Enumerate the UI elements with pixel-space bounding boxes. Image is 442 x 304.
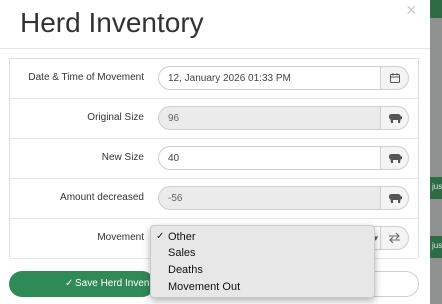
new-size-input[interactable]: 40 [158, 146, 380, 170]
modal-title: Herd Inventory [20, 7, 204, 38]
movement-option-other[interactable]: ✓ Other [151, 229, 374, 245]
background-text-fragment: jus [432, 241, 442, 250]
save-button-label: Save Herd Inventory [75, 278, 155, 289]
date-time-input[interactable]: 12, January 2026 01:33 PM [158, 66, 380, 90]
date-time-label: Date & Time of Movement [28, 72, 144, 83]
amount-decreased-input: -56 [158, 186, 380, 210]
check-icon: ✓ [65, 278, 74, 289]
header-divider [0, 48, 430, 49]
secondary-button[interactable] [372, 271, 419, 297]
amount-decreased-label: Amount decreased [60, 192, 144, 203]
new-size-label: New Size [101, 152, 144, 163]
calendar-icon[interactable] [380, 66, 409, 90]
original-size-input: 96 [158, 106, 380, 130]
transfer-icon [380, 226, 409, 250]
close-icon[interactable]: × [406, 0, 417, 20]
movement-label: Movement [97, 232, 144, 243]
cow-icon [380, 146, 409, 170]
checkmark-icon: ✓ [156, 231, 165, 242]
new-size-row: New Size 40 [10, 139, 418, 179]
save-herd-inventory-button[interactable]: ✓ Save Herd Inventory [9, 271, 155, 297]
movement-option-sales[interactable]: Sales [151, 245, 374, 261]
movement-dropdown-menu: ✓ Other Sales Deaths Movement Out [150, 225, 375, 298]
movement-option-movement-out[interactable]: Movement Out [151, 279, 374, 295]
background-text-fragment: jus [432, 182, 442, 191]
movement-option-deaths[interactable]: Deaths [151, 262, 374, 278]
original-size-row: Original Size 96 [10, 99, 418, 139]
original-size-label: Original Size [87, 112, 144, 123]
amount-decreased-row: Amount decreased -56 [10, 179, 418, 219]
cow-icon [380, 106, 409, 130]
cow-icon [380, 186, 409, 210]
date-time-row: Date & Time of Movement 12, January 2026… [10, 59, 418, 99]
